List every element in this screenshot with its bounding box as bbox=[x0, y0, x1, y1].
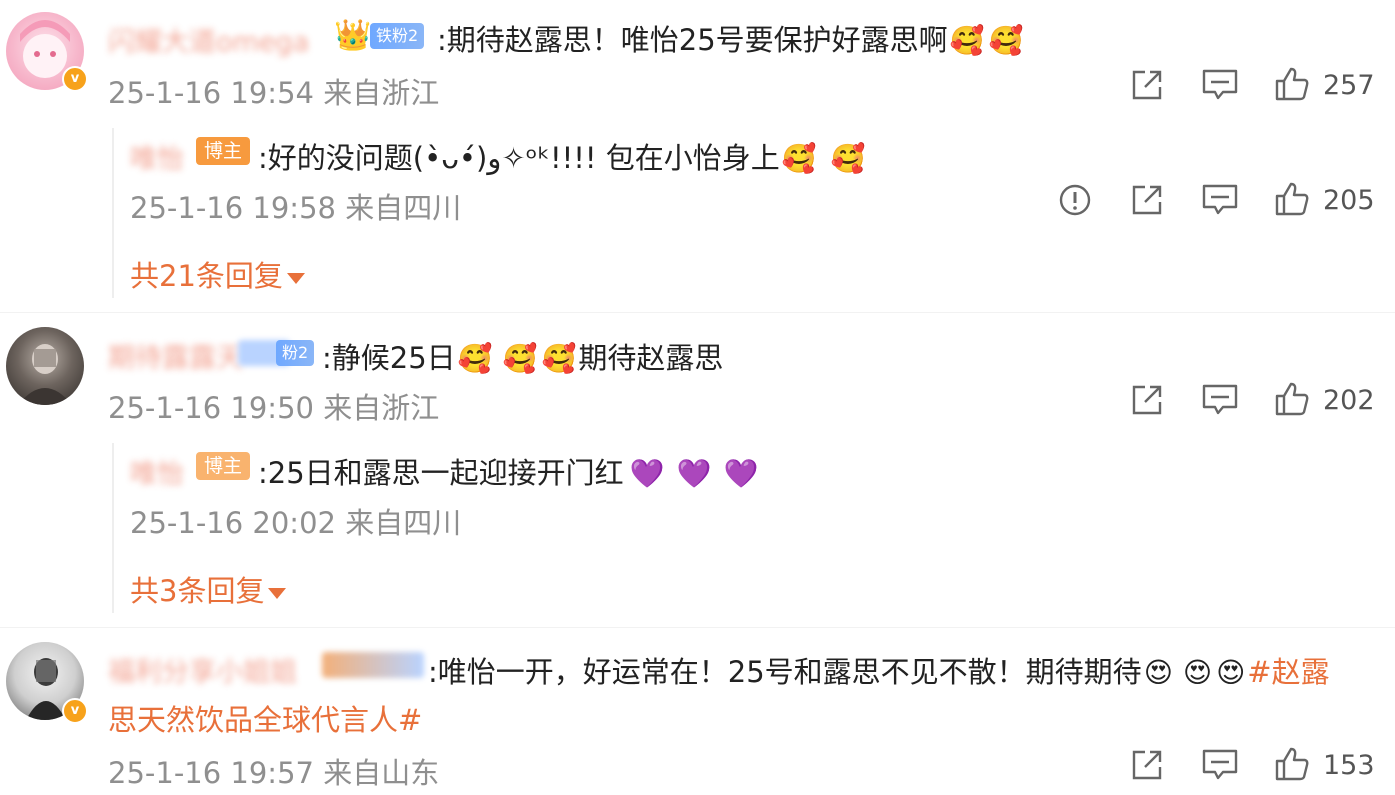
comment-icon[interactable] bbox=[1201, 383, 1239, 417]
fan-badge-blurred bbox=[322, 652, 424, 678]
avatar[interactable] bbox=[6, 327, 84, 405]
emoji-icon: 🥰 bbox=[781, 142, 817, 175]
reply-body: :25日和露思一起迎接开门红 bbox=[258, 456, 624, 490]
reply-meta: 25-1-16 20:02 来自四川 bbox=[130, 506, 462, 540]
verified-icon: v bbox=[62, 698, 88, 724]
chevron-down-icon bbox=[268, 587, 287, 599]
avatar-image bbox=[18, 344, 72, 405]
like-icon[interactable] bbox=[1274, 381, 1310, 417]
reply-body: :好的没问题(•̀ᴗ•́)و✧ᵒᵏ!!!! 包在小怡身上 bbox=[258, 141, 780, 175]
emoji-icon: 😍 bbox=[1182, 656, 1213, 689]
more-replies-label: 共21条回复 bbox=[130, 259, 283, 293]
share-icon[interactable] bbox=[1130, 748, 1164, 782]
reply-text: :好的没问题(•̀ᴗ•́)و✧ᵒᵏ!!!! 包在小怡身上🥰 🥰 bbox=[258, 135, 868, 177]
comment-meta: 25-1-16 19:50 来自浙江 bbox=[108, 391, 440, 425]
emoji-icon: 😍 bbox=[1216, 656, 1246, 689]
fan-badge[interactable]: 粉2 bbox=[276, 340, 315, 366]
comment-username[interactable]: 福利分享小姐姐 bbox=[108, 650, 297, 689]
reply-text: :25日和露思一起迎接开门红 💜 💜 💜 bbox=[258, 450, 764, 492]
comment-meta: 25-1-16 19:54 来自浙江 bbox=[108, 76, 440, 110]
purple-heart-icon: 💜 bbox=[676, 457, 712, 490]
comment-icon[interactable] bbox=[1201, 748, 1239, 782]
purple-heart-icon: 💜 bbox=[723, 457, 759, 490]
fan-badge[interactable]: 铁粉2 bbox=[370, 23, 425, 49]
like-count: 205 bbox=[1323, 185, 1375, 216]
chevron-down-icon bbox=[286, 272, 305, 284]
verified-icon: v bbox=[62, 66, 88, 92]
emoji-icon: 🥰 bbox=[502, 342, 538, 375]
reply-username[interactable]: 唯怡 bbox=[130, 137, 184, 176]
comment-icon[interactable] bbox=[1201, 183, 1239, 217]
like-count: 153 bbox=[1323, 750, 1375, 781]
comment-text: :期待赵露思！唯怡25号要保护好露思啊🥰 🥰 bbox=[437, 17, 1025, 59]
reply-meta: 25-1-16 19:58 来自四川 bbox=[130, 191, 462, 225]
comment-body: :静候25日 bbox=[322, 341, 456, 375]
report-icon[interactable] bbox=[1058, 183, 1092, 217]
hashtag-link[interactable]: #赵露 bbox=[1247, 655, 1329, 689]
comment-username[interactable]: 闪耀大道omega bbox=[108, 20, 309, 59]
comment-meta: 25-1-16 19:57 来自山东 bbox=[108, 756, 440, 790]
comment-icon[interactable] bbox=[1201, 68, 1239, 102]
comment-body-tail: 期待赵露思 bbox=[578, 341, 724, 375]
crown-icon: 👑 bbox=[334, 18, 372, 53]
divider bbox=[0, 312, 1395, 313]
comment-body: :期待赵露思！唯怡25号要保护好露思啊 bbox=[437, 23, 948, 57]
comment-username[interactable]: 期待露露天 bbox=[108, 336, 243, 375]
purple-heart-icon: 💜 bbox=[629, 457, 665, 490]
author-badge: 博主 bbox=[196, 452, 251, 480]
like-count: 202 bbox=[1323, 385, 1375, 416]
like-icon[interactable] bbox=[1274, 181, 1310, 217]
comment-body: :唯怡一开，好运常在！25号和露思不见不散！期待期待 bbox=[428, 655, 1142, 689]
hashtag-link-continued[interactable]: 思天然饮品全球代言人# bbox=[108, 697, 422, 739]
view-more-replies[interactable]: 共3条回复 bbox=[130, 568, 287, 610]
like-count: 257 bbox=[1323, 70, 1375, 101]
reply-username[interactable]: 唯怡 bbox=[130, 452, 184, 491]
share-icon[interactable] bbox=[1130, 383, 1164, 417]
divider bbox=[0, 627, 1395, 628]
share-icon[interactable] bbox=[1130, 68, 1164, 102]
comment-text: :唯怡一开，好运常在！25号和露思不见不散！期待期待😍 😍 😍#赵露 bbox=[428, 649, 1330, 691]
like-icon[interactable] bbox=[1274, 66, 1310, 102]
emoji-icon: 😍 bbox=[1143, 656, 1173, 689]
emoji-icon: 🥰 bbox=[988, 24, 1024, 57]
more-replies-label: 共3条回复 bbox=[130, 574, 265, 608]
comment-text: :静候25日🥰 🥰 🥰期待赵露思 bbox=[322, 335, 723, 377]
emoji-icon: 🥰 bbox=[541, 342, 577, 375]
reply-thread-line bbox=[112, 443, 114, 613]
emoji-icon: 🥰 bbox=[830, 142, 866, 175]
share-icon[interactable] bbox=[1130, 183, 1164, 217]
view-more-replies[interactable]: 共21条回复 bbox=[130, 253, 305, 295]
reply-thread-line bbox=[112, 128, 114, 298]
emoji-icon: 🥰 bbox=[457, 342, 493, 375]
author-badge: 博主 bbox=[196, 137, 251, 165]
emoji-icon: 🥰 bbox=[949, 24, 985, 57]
comment-list: v 闪耀大道omega 👑 铁粉2 :期待赵露思！唯怡25号要保护好露思啊🥰 🥰 … bbox=[0, 0, 1395, 795]
like-icon[interactable] bbox=[1274, 746, 1310, 782]
